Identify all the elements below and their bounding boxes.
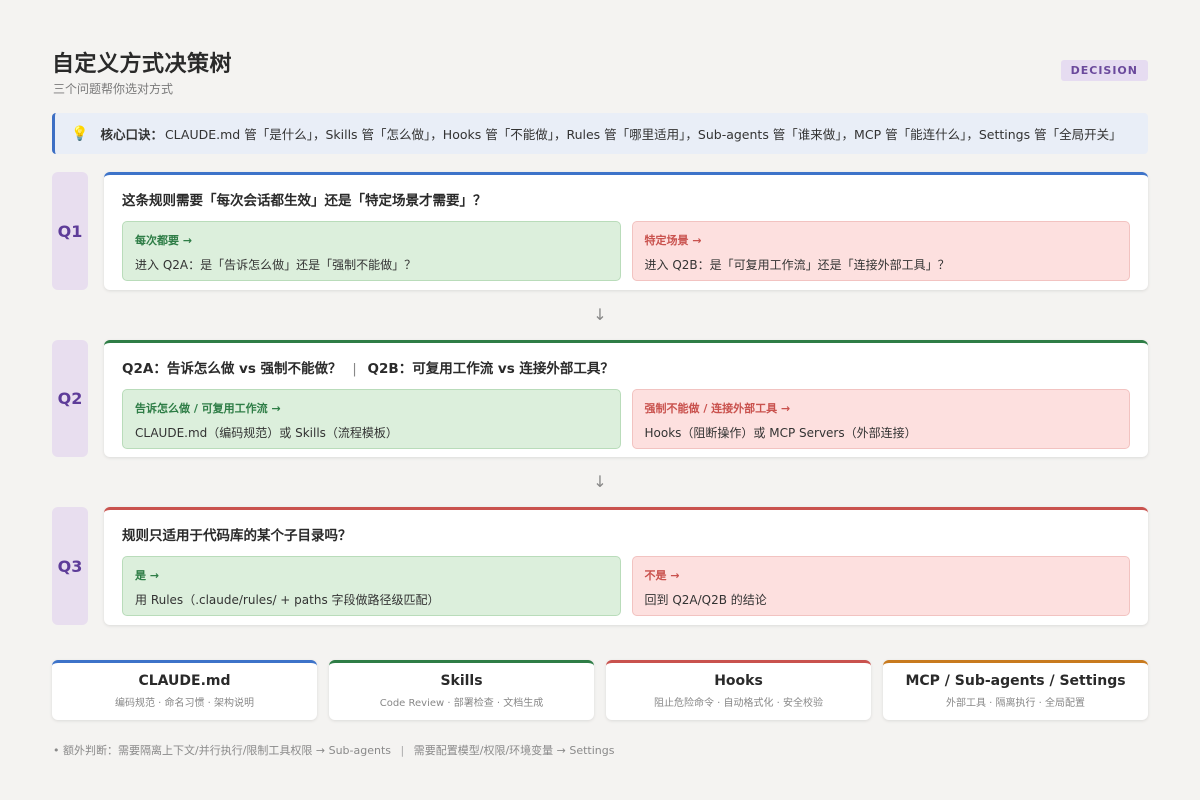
footnote-part1: • 额外判断：需要隔离上下文/并行执行/限制工具权限 → Sub-agents [53,744,392,757]
no-option: 特定场景 → 进入 Q2B：是「可复用工作流」还是「连接外部工具」？ [631,221,1130,281]
yes-option: 告诉怎么做 / 可复用工作流 → CLAUDE.md（编码规范）或 Skills… [122,389,621,449]
title-separator: | [352,361,357,377]
tool-name: Skills [440,673,483,689]
question-label-q1: Q1 [52,172,88,290]
tool-desc: 编码规范 · 命名习惯 · 架构说明 [114,698,255,709]
question-card-q3: 规则只适用于代码库的某个子目录吗？ 是 → 用 Rules（.claude/ru… [104,507,1148,625]
tool-desc: Code Review · 部署检查 · 文档生成 [379,698,544,709]
option-head: 是 → [135,569,160,582]
down-arrow-icon: ↓ [593,472,607,491]
question-title: Q2A：告诉怎么做 vs 强制不能做？ | Q2B：可复用工作流 vs 连接外部… [122,357,1130,379]
question-label-q3: Q3 [52,507,88,625]
lightbulb-icon: 💡 [71,125,89,142]
question-title: 规则只适用于代码库的某个子目录吗？ [122,528,352,544]
footnote: • 额外判断：需要隔离上下文/并行执行/限制工具权限 → Sub-agents … [53,742,615,758]
footnote-separator: | [400,744,405,757]
no-option: 强制不能做 / 连接外部工具 → Hooks（阻断操作）或 MCP Server… [631,389,1130,449]
question-title-b: Q2B：可复用工作流 vs 连接外部工具？ [367,361,614,377]
tip-label: 核心口诀： [100,127,163,142]
tool-card-skills: Skills Code Review · 部署检查 · 文档生成 [329,660,594,720]
no-option: 不是 → 回到 Q2A/Q2B 的结论 [631,556,1130,616]
yes-option: 每次都要 → 进入 Q2A：是「告诉怎么做」还是「强制不能做」？ [122,221,621,281]
option-body: Hooks（阻断操作）或 MCP Servers（外部连接） [644,426,917,440]
footnote-part2: 需要配置模型/权限/环境变量 → Settings [413,744,615,757]
option-head: 特定场景 → [644,234,702,247]
question-title: 这条规则需要「每次会话都生效」还是「特定场景才需要」？ [122,193,487,209]
option-head: 每次都要 → [135,234,193,247]
tool-desc: 外部工具 · 隔离执行 · 全局配置 [945,698,1086,709]
tool-card-claude-md: CLAUDE.md 编码规范 · 命名习惯 · 架构说明 [52,660,317,720]
option-body: 进入 Q2B：是「可复用工作流」还是「连接外部工具」？ [644,258,950,272]
tool-name: Hooks [714,673,763,689]
tool-name: MCP / Sub-agents / Settings [905,673,1126,689]
tip-text: CLAUDE.md 管「是什么」，Skills 管「怎么做」，Hooks 管「不… [164,127,1122,142]
question-label-q2: Q2 [52,340,88,457]
question-card-q1: 这条规则需要「每次会话都生效」还是「特定场景才需要」？ 每次都要 → 进入 Q2… [104,172,1148,290]
tool-desc: 阻止危险命令 · 自动格式化 · 安全校验 [653,698,824,709]
yes-option: 是 → 用 Rules（.claude/rules/ + paths 字段做路径… [122,556,621,616]
option-body: 进入 Q2A：是「告诉怎么做」还是「强制不能做」？ [135,258,417,272]
tool-name: CLAUDE.md [138,673,231,689]
option-head: 不是 → [644,569,680,582]
page-subtitle: 三个问题帮你选对方式 [53,82,174,96]
tip-banner: 💡 核心口诀： CLAUDE.md 管「是什么」，Skills 管「怎么做」，H… [52,113,1148,154]
question-title-a: Q2A：告诉怎么做 vs 强制不能做？ [122,361,342,377]
page-title: 自定义方式决策树 [52,52,233,77]
option-body: 用 Rules（.claude/rules/ + paths 字段做路径级匹配） [135,593,440,607]
option-body: 回到 Q2A/Q2B 的结论 [644,593,767,607]
decision-badge: DECISION [1060,60,1148,81]
tool-card-hooks: Hooks 阻止危险命令 · 自动格式化 · 安全校验 [606,660,871,720]
tool-card-mcp-subagents-settings: MCP / Sub-agents / Settings 外部工具 · 隔离执行 … [883,660,1148,720]
question-card-q2: Q2A：告诉怎么做 vs 强制不能做？ | Q2B：可复用工作流 vs 连接外部… [104,340,1148,457]
down-arrow-icon: ↓ [593,305,607,324]
option-head: 强制不能做 / 连接外部工具 → [644,402,791,415]
option-head: 告诉怎么做 / 可复用工作流 → [135,402,281,415]
option-body: CLAUDE.md（编码规范）或 Skills（流程模板） [135,426,398,440]
